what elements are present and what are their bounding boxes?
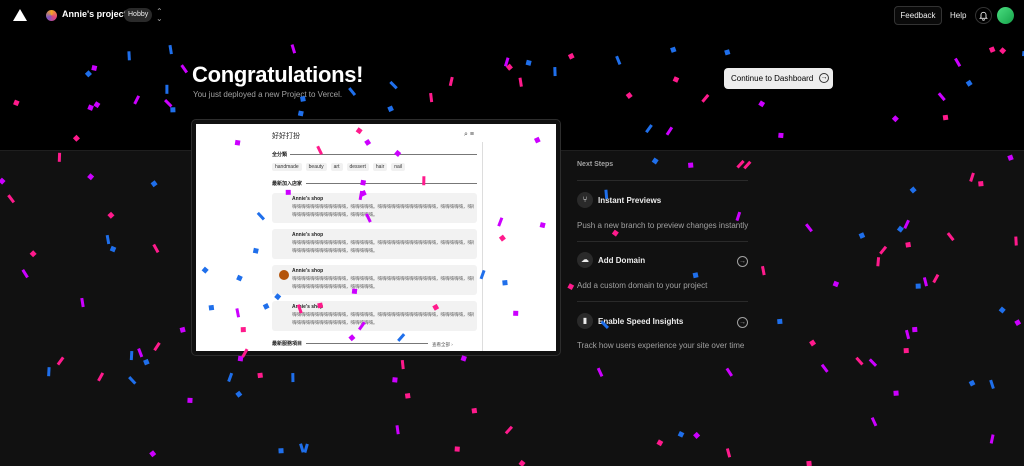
preview-shop-text: 嗨嗨嗨嗨嗨嗨嗨嗨嗨嗨嗨嗨，嗨嗨嗨嗨嗨。 [292,320,378,325]
preview-tag: dessert [346,163,369,171]
help-link[interactable]: Help [950,11,966,20]
preview-section-line [306,183,477,184]
preview-shop-text: 嗨嗨嗨嗨嗨嗨嗨嗨嗨嗨嗨嗨，嗨嗨嗨嗨嗨。嗨嗨嗨嗨嗨嗨嗨嗨嗨嗨嗨嗨嗨，嗨嗨嗨嗨嗨，嗨… [292,312,474,317]
divider [577,241,748,242]
preview-shop-card: Annie's shop 嗨嗨嗨嗨嗨嗨嗨嗨嗨嗨嗨嗨，嗨嗨嗨嗨嗨。嗨嗨嗨嗨嗨嗨嗨嗨… [272,301,477,331]
vercel-logo-icon[interactable] [13,9,27,21]
preview-view-all-link: 查看全部 › [432,342,453,347]
preview-shop-name: Annie's shop [292,304,324,310]
preview-divider [482,142,483,351]
notifications-button[interactable] [975,7,992,24]
preview-shop-name: Annie's shop [292,232,324,238]
next-step-label[interactable]: Instant Previews [598,196,661,205]
page-title: Congratulations! [192,62,364,87]
preview-site-title: 好好打扮 [272,133,300,140]
preview-section-line [290,154,477,155]
plan-badge: Hobby [124,8,153,22]
preview-shop-text: 嗨嗨嗨嗨嗨嗨嗨嗨嗨嗨嗨嗨，嗨嗨嗨嗨嗨。嗨嗨嗨嗨嗨嗨嗨嗨嗨嗨嗨嗨嗨，嗨嗨嗨嗨嗨，嗨… [292,240,474,245]
arrow-right-icon[interactable]: → [737,256,748,267]
arrow-right-icon[interactable]: → [737,317,748,328]
team-name[interactable]: Annie's projects [62,9,132,19]
next-step-desc: Push a new branch to preview changes ins… [577,221,749,230]
feedback-button[interactable]: Feedback [894,6,942,25]
preview-shop-text: 嗨嗨嗨嗨嗨嗨嗨嗨嗨嗨嗨嗨，嗨嗨嗨嗨嗨。嗨嗨嗨嗨嗨嗨嗨嗨嗨嗨嗨嗨嗨，嗨嗨嗨嗨嗨，嗨… [292,276,474,281]
top-navbar: Annie's projects Hobby ⌃ ⌄ Feedback Help [0,0,1024,31]
arrow-right-icon: → [819,73,829,83]
deployment-preview[interactable]: 好好打扮 ⌕ ≡ 全分類 handmade beauty art dessert… [192,120,560,355]
preview-tag: hair [372,163,388,171]
continue-to-dashboard-label: Continue to Dashboard [731,74,814,83]
bell-icon [979,11,988,21]
preview-tag: handmade [272,163,302,171]
preview-tag: beauty [305,163,327,171]
preview-shop-name: Annie's shop [292,268,324,274]
next-step-label[interactable]: Add Domain [598,256,645,265]
continue-to-dashboard-button[interactable]: Continue to Dashboard → [724,68,833,89]
preview-shop-text: 嗨嗨嗨嗨嗨嗨嗨嗨嗨嗨嗨嗨，嗨嗨嗨嗨嗨。嗨嗨嗨嗨嗨嗨嗨嗨嗨嗨嗨嗨嗨，嗨嗨嗨嗨嗨，嗨… [292,204,474,209]
preview-tag-list: handmade beauty art dessert hair nail [272,163,406,171]
preview-shop-card: Annie's shop 嗨嗨嗨嗨嗨嗨嗨嗨嗨嗨嗨嗨，嗨嗨嗨嗨嗨。嗨嗨嗨嗨嗨嗨嗨嗨… [272,265,477,295]
divider [577,180,748,181]
preview-tag: nail [391,163,406,171]
preview-shop-card: Annie's shop 嗨嗨嗨嗨嗨嗨嗨嗨嗨嗨嗨嗨，嗨嗨嗨嗨嗨。嗨嗨嗨嗨嗨嗨嗨嗨… [272,193,477,223]
next-step-desc: Track how users experience your site ove… [577,341,745,350]
preview-section-line [306,343,428,344]
preview-shop-card: Annie's shop 嗨嗨嗨嗨嗨嗨嗨嗨嗨嗨嗨嗨，嗨嗨嗨嗨嗨。嗨嗨嗨嗨嗨嗨嗨嗨… [272,229,477,259]
page-subtitle: You just deployed a new Project to Verce… [193,90,343,99]
team-avatar[interactable] [46,10,57,21]
preview-search-icon: ⌕ ≡ [464,131,474,138]
user-avatar[interactable] [997,7,1014,24]
preview-section-services: 最新服務項目 [272,341,303,347]
preview-shop-text: 嗨嗨嗨嗨嗨嗨嗨嗨嗨嗨嗨嗨，嗨嗨嗨嗨嗨。 [292,284,378,289]
branch-icon: ⑂ [577,192,593,208]
preview-tag: art [330,163,343,171]
cloud-icon: ☁ [577,252,593,268]
divider [577,301,748,302]
bar-chart-icon: ▮ [577,313,593,329]
preview-avatar-icon [279,270,289,280]
next-steps-title: Next Steps [577,161,614,168]
chevron-up-down-icon[interactable]: ⌃ ⌄ [156,8,163,23]
preview-shop-text: 嗨嗨嗨嗨嗨嗨嗨嗨嗨嗨嗨嗨，嗨嗨嗨嗨嗨。 [292,212,378,217]
preview-shop-name: Annie's shop [292,196,324,202]
preview-section-new-shops: 最新加入店家 [272,181,303,187]
preview-shop-text: 嗨嗨嗨嗨嗨嗨嗨嗨嗨嗨嗨嗨，嗨嗨嗨嗨嗨。 [292,248,378,253]
preview-section-categories: 全分類 [272,152,288,158]
next-step-desc: Add a custom domain to your project [577,281,708,290]
next-step-label[interactable]: Enable Speed Insights [598,317,683,326]
